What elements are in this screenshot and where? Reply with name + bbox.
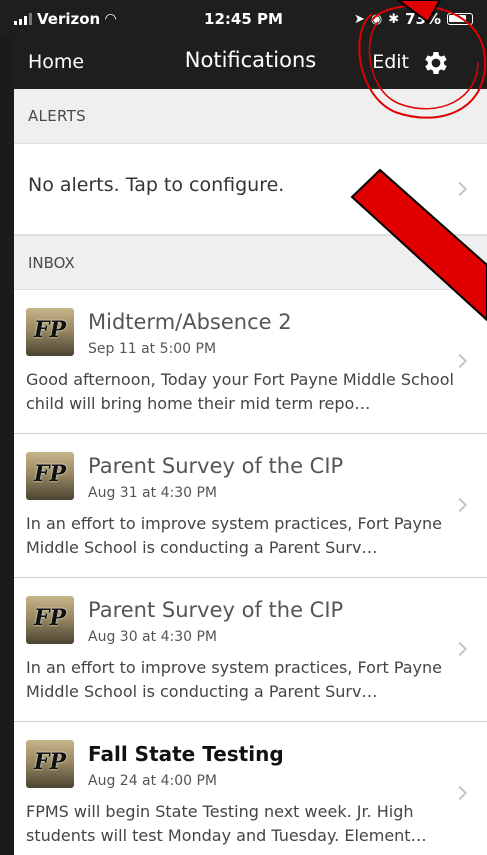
navigation-bar: Home Notifications Edit <box>14 38 487 89</box>
message-date: Aug 24 at 4:00 PM <box>88 773 217 789</box>
alerts-empty-text: No alerts. Tap to configure. <box>28 174 285 196</box>
chevron-right-icon <box>452 181 468 197</box>
school-logo-icon: FP <box>26 308 74 356</box>
inbox-list: FP Midterm/Absence 2 Sep 11 at 5:00 PM G… <box>14 289 487 855</box>
chevron-right-icon <box>452 497 468 513</box>
message-preview: In an effort to improve system practices… <box>26 514 442 557</box>
alerts-header: ALERTS <box>14 89 487 143</box>
school-logo-icon: FP <box>26 452 74 500</box>
inbox-message[interactable]: FP Parent Survey of the CIP Aug 31 at 4:… <box>14 433 487 577</box>
chevron-right-icon <box>452 641 468 657</box>
school-logo-icon: FP <box>26 596 74 644</box>
notifications-content[interactable]: ALERTS No alerts. Tap to configure. INBO… <box>14 89 487 855</box>
inbox-message[interactable]: FP Parent Survey of the CIP Aug 30 at 4:… <box>14 577 487 721</box>
message-title: Parent Survey of the CIP <box>88 454 344 478</box>
inbox-message[interactable]: FP Midterm/Absence 2 Sep 11 at 5:00 PM G… <box>14 289 487 433</box>
gear-icon[interactable] <box>421 48 451 78</box>
inbox-header: INBOX <box>14 235 487 289</box>
chevron-right-icon <box>452 785 468 801</box>
phone-screen: Verizon ◠ 12:45 PM ➤ ◉ ✱ 73% Home Notifi… <box>0 0 487 855</box>
message-preview: FPMS will begin State Testing next week.… <box>26 802 427 845</box>
battery-percent: 73% <box>405 10 441 28</box>
message-preview: In an effort to improve system practices… <box>26 658 442 701</box>
page-title: Notifications <box>184 48 317 72</box>
message-title: Parent Survey of the CIP <box>88 598 344 622</box>
alerts-configure-row[interactable]: No alerts. Tap to configure. <box>14 143 487 235</box>
bluetooth-icon: ✱ <box>388 11 400 27</box>
chevron-right-icon <box>452 353 468 369</box>
message-title: Fall State Testing <box>88 742 284 766</box>
message-date: Aug 31 at 4:30 PM <box>88 485 217 501</box>
message-title: Midterm/Absence 2 <box>88 310 292 334</box>
message-date: Aug 30 at 4:30 PM <box>88 629 217 645</box>
battery-icon <box>447 13 473 25</box>
message-date: Sep 11 at 5:00 PM <box>88 341 217 357</box>
status-right: ➤ ◉ ✱ 73% <box>354 10 473 28</box>
inbox-message[interactable]: FP Fall State Testing Aug 24 at 4:00 PM … <box>14 721 487 855</box>
school-logo-icon: FP <box>26 740 74 788</box>
location-icon: ➤ <box>353 11 365 27</box>
message-preview: Good afternoon, Today your Fort Payne Mi… <box>26 370 454 413</box>
alarm-icon: ◉ <box>370 11 383 27</box>
edit-button[interactable]: Edit <box>372 51 409 73</box>
left-border <box>0 38 14 855</box>
status-bar: Verizon ◠ 12:45 PM ➤ ◉ ✱ 73% <box>0 0 487 38</box>
